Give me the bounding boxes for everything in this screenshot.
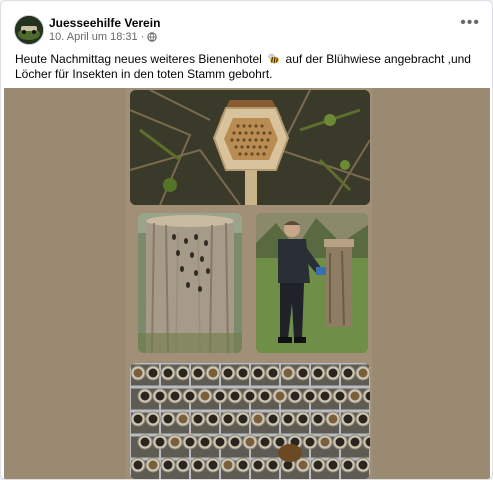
photo-tree-stump-holes[interactable] [138, 213, 242, 353]
post-header: Juesseehilfe Verein 10. April um 18:31 ·… [1, 1, 492, 47]
photo-bee-hotel-hexagon[interactable] [130, 90, 370, 205]
bee-emoji-icon [267, 53, 280, 65]
avatar[interactable] [14, 15, 44, 45]
post-card: Juesseehilfe Verein 10. April um 18:31 ·… [0, 0, 493, 480]
globe-icon [147, 32, 158, 42]
photo-man-drilling-stump[interactable] [256, 213, 368, 353]
meta-separator: · [140, 31, 145, 43]
photo-collage[interactable] [126, 88, 372, 479]
page-name-link[interactable]: Juesseehilfe Verein [49, 16, 160, 30]
post-timestamp[interactable]: 10. April um 18:31 [49, 31, 138, 43]
more-options-icon[interactable]: ••• [460, 15, 480, 31]
post-media[interactable] [4, 88, 490, 479]
post-text-part1: Heute Nachmittag neues weiteres Bienenho… [15, 52, 262, 66]
photo-bee-hotel-tubes[interactable] [130, 363, 370, 479]
post-meta: 10. April um 18:31 · [49, 31, 158, 43]
post-text: Heute Nachmittag neues weiteres Bienenho… [15, 52, 475, 82]
